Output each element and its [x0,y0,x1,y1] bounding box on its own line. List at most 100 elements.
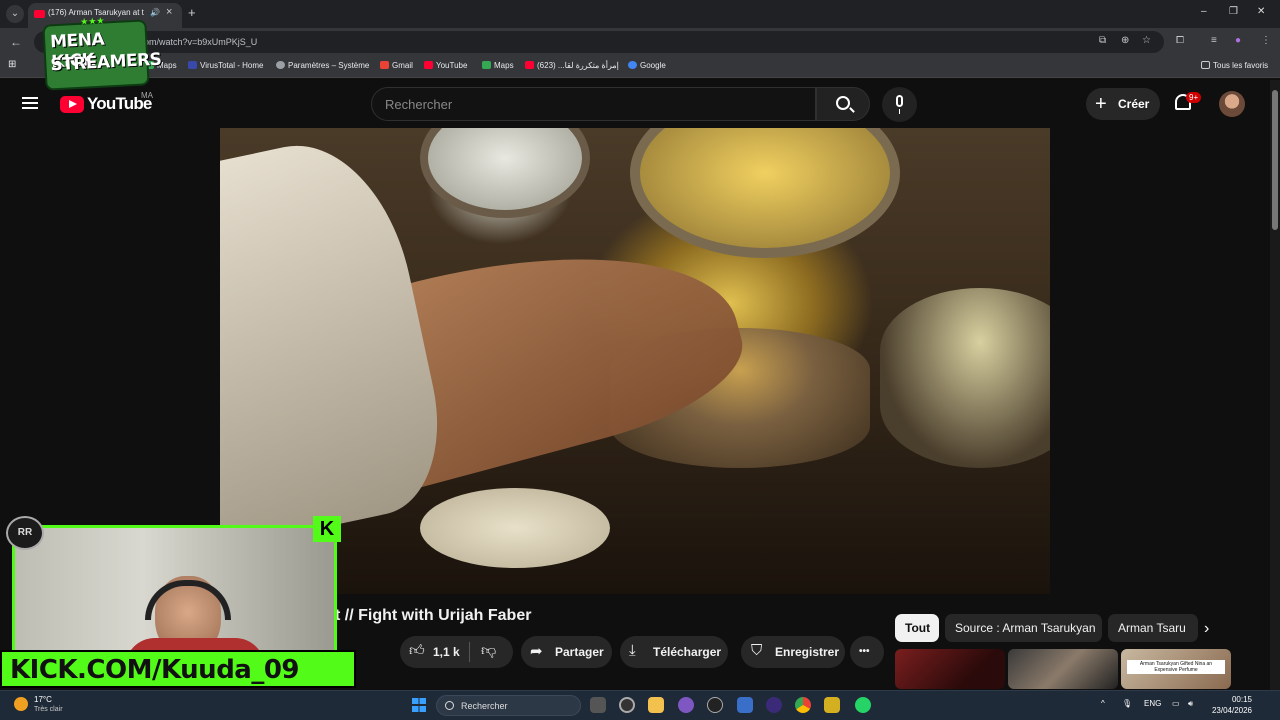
gear-icon [276,61,285,69]
video-frame-lid [420,128,590,218]
page-scrollbar[interactable] [1270,80,1280,690]
bookmark-arabic-video[interactable]: إمرأة متكررة لقا... (623) [525,61,619,70]
tray-mic-icon[interactable]: 🎙︎ [1122,699,1132,708]
youtube-icon [424,61,433,69]
like-dislike-group: 👍︎ 1,1 k 👎︎ [400,636,513,668]
headphones-icon [145,580,231,620]
download-button[interactable]: ⤓ Télécharger [620,636,728,668]
voice-search-button[interactable] [882,87,917,122]
country-code: MA [141,91,153,100]
save-button[interactable]: ⛉ Enregistrer [741,636,845,668]
chips-next-chevron-icon[interactable]: › [1204,620,1209,638]
back-arrow-icon[interactable]: ← [10,35,22,49]
weather-moon-icon[interactable] [14,697,28,711]
weather-desc: Très clair [34,706,63,713]
scrollbar-thumb[interactable] [1272,90,1278,230]
date: 23/04/2026 [1211,706,1252,715]
webcam-overlay [12,525,337,655]
kick-url-banner: KICK.COM/Kuuda_09 [0,650,356,688]
discord-icon[interactable] [678,697,694,713]
taskbar-search[interactable]: Rechercher [436,695,581,716]
media-control-icon[interactable]: ≡ [1211,35,1217,46]
chip-source[interactable]: Source : Arman Tsarukyan [945,614,1102,642]
audio-playing-icon[interactable]: 🔊 [150,8,160,17]
obs-icon[interactable] [766,697,782,713]
bookmark-virustotal[interactable]: VirusTotal - Home [188,61,263,70]
input-language[interactable]: ENG [1144,699,1161,708]
search-button[interactable] [816,87,870,121]
zoom-icon[interactable]: ⊕ [1121,35,1129,46]
share-label: Partager [555,645,604,659]
extensions-icon[interactable]: ⧠ [1176,35,1184,46]
bookmark-youtube[interactable]: YouTube [424,61,467,70]
browser-tab-strip: ⌄ (176) Arman Tsarukyan at th 🔊 × + – ❐ … [0,0,1280,28]
youtube-logo-icon[interactable] [60,96,84,113]
video-frame-lid [630,128,900,258]
menu-hamburger-icon[interactable] [22,97,38,109]
share-arrow-icon: ➦ [530,643,543,660]
app-icon[interactable] [824,697,840,713]
bookmark-maps-2[interactable]: Maps [482,61,514,70]
save-label: Enregistrer [775,645,840,659]
bookmark-google[interactable]: Google [628,61,666,70]
plus-icon: + [1095,93,1107,115]
whatsapp-icon[interactable] [855,697,871,713]
windows-start-icon[interactable] [412,698,426,712]
video-title: t // Fight with Urijah Faber [335,607,532,624]
recommendation-thumbnail[interactable] [895,649,1005,689]
xbox-icon[interactable] [619,697,635,713]
like-thumb-icon[interactable]: 👍︎ [409,642,425,660]
tab-search-dropdown-icon[interactable]: ⌄ [6,5,24,23]
task-view-icon[interactable] [590,697,606,713]
bookmark-parametres[interactable]: Paramètres – Système [276,61,369,70]
virustotal-icon [188,61,197,69]
video-player[interactable] [220,128,1050,594]
folder-icon [1201,61,1210,69]
tray-chevron-icon[interactable]: ^ [1101,699,1105,708]
divider [469,642,470,662]
chrome-icon[interactable] [795,697,811,713]
more-actions-button[interactable]: ••• [850,636,884,668]
youtube-icon [525,61,534,69]
profile-icon[interactable]: ● [1235,35,1241,46]
app-icon[interactable] [707,697,723,713]
dislike-thumb-icon[interactable]: 👎︎ [481,642,496,660]
create-button[interactable]: + Créer [1086,88,1160,120]
gmail-icon [380,61,389,69]
apps-grid-icon[interactable]: ⊞ [8,59,16,70]
url-field[interactable]: om/watch?v=b9xUmPKjS_U [34,31,1164,53]
stars-icon: ★★★ [79,15,105,27]
browser-menu-icon[interactable]: ⋮ [1261,35,1271,46]
volume-icon[interactable]: 🔊︎ [1188,699,1193,709]
app-icon[interactable] [737,697,753,713]
share-button[interactable]: ➦ Partager [521,636,612,668]
tab-close-icon[interactable]: × [166,6,172,18]
search-input[interactable]: Rechercher [371,87,816,121]
url-text: om/watch?v=b9xUmPKjS_U [144,37,258,47]
restore-button[interactable]: ❐ [1229,6,1238,17]
recommendation-thumbnail[interactable]: Arman Tsarukyan Gifted Nina an Expensive… [1121,649,1231,689]
all-bookmarks[interactable]: Tous les favoris [1201,61,1268,70]
google-icon [628,61,637,69]
chip-arman[interactable]: Arman Tsaru [1108,614,1198,642]
like-count[interactable]: 1,1 k [433,645,460,659]
create-label: Créer [1118,97,1150,111]
network-icon[interactable]: ▭ [1172,699,1180,708]
cast-icon[interactable]: ⧉ [1099,35,1106,46]
windows-taskbar: 17°C Très clair Rechercher ^ 🎙︎ ENG ▭ 🔊︎… [0,690,1280,720]
recommendation-thumbnail[interactable] [1008,649,1118,689]
account-avatar[interactable] [1219,91,1245,117]
bookmark-gmail[interactable]: Gmail [380,61,413,70]
minimize-button[interactable]: – [1201,6,1207,17]
file-explorer-icon[interactable] [648,697,664,713]
kick-k-badge-icon: K [313,516,341,542]
taskbar-clock[interactable]: 00:15 23/04/2026 [1210,694,1252,716]
video-frame-pot [880,288,1050,468]
video-frame-plate [420,488,610,568]
close-window-button[interactable]: ✕ [1257,6,1265,17]
weather-temp: 17°C [34,695,52,704]
search-icon [836,96,850,110]
bookmark-star-icon[interactable]: ☆ [1142,35,1151,46]
new-tab-button[interactable]: + [188,5,196,20]
chip-all[interactable]: Tout [895,614,939,642]
